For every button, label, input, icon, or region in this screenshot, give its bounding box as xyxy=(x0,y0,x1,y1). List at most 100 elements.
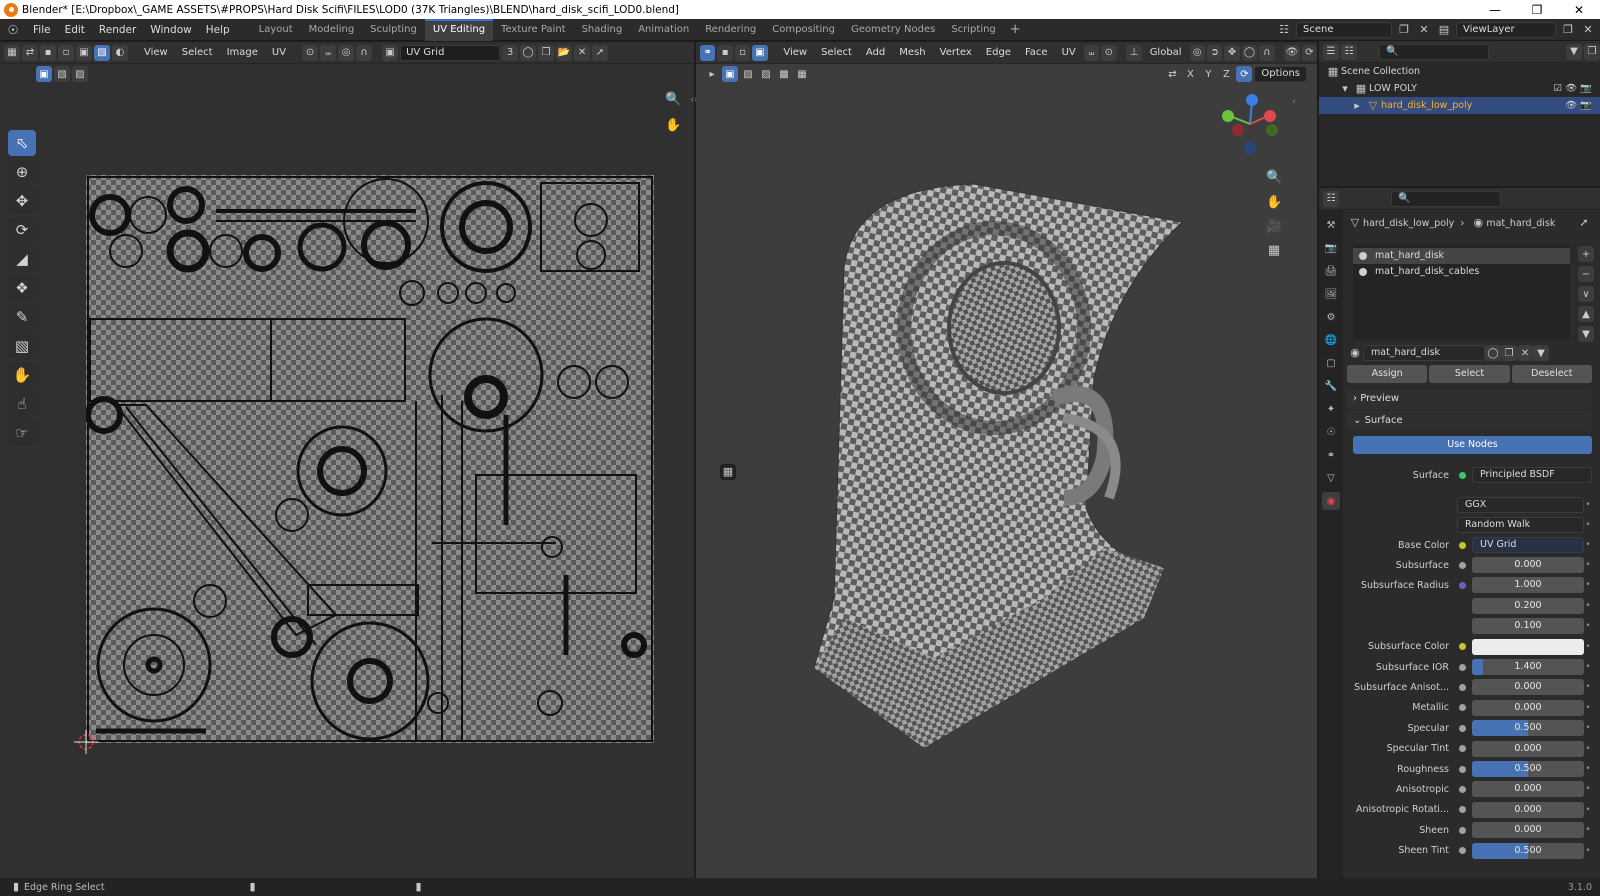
vp-pivot-icon[interactable]: ⊙ xyxy=(1101,44,1117,61)
mirror-x-button[interactable]: X xyxy=(1182,66,1199,82)
vp-menu-select[interactable]: Select xyxy=(815,47,858,58)
auto-merge-icon[interactable]: ⟳ xyxy=(1236,66,1253,82)
mirror-z-button[interactable]: Z xyxy=(1218,66,1235,82)
add-slot-icon[interactable]: + xyxy=(1578,246,1594,262)
tab-texture-paint[interactable]: Texture Paint xyxy=(493,19,574,41)
menu-help[interactable]: Help xyxy=(199,24,237,36)
modifier-tab-icon[interactable]: 🔧 xyxy=(1322,377,1340,395)
surface-panel-header[interactable]: ⌄ Surface xyxy=(1347,411,1592,431)
mirror-y-button[interactable]: Y xyxy=(1200,66,1217,82)
vp-magnet-icon[interactable]: ➲ xyxy=(1206,44,1223,61)
face-select-icon[interactable]: ▣ xyxy=(76,44,92,61)
material-browse-icon[interactable]: ◉ xyxy=(1347,345,1363,361)
relax-tool-icon[interactable]: ☝ xyxy=(8,391,36,417)
tool-tab-icon[interactable]: ⚒ xyxy=(1322,216,1340,234)
add-workspace-icon[interactable]: + xyxy=(1004,22,1027,37)
tab-compositing[interactable]: Compositing xyxy=(764,19,843,41)
tab-modeling[interactable]: Modeling xyxy=(301,19,363,41)
pan-hand-icon[interactable]: ✋ xyxy=(665,118,681,134)
shader-field-value[interactable]: 0.000 xyxy=(1472,781,1584,798)
menu-window[interactable]: Window xyxy=(143,24,198,36)
menu-edit[interactable]: Edit xyxy=(58,24,92,36)
outliner-row-scene-collection[interactable]: ▦ Scene Collection xyxy=(1319,63,1600,80)
keyframe-dot-icon[interactable]: • xyxy=(1584,784,1592,794)
vp-falloff-icon[interactable]: ∩ xyxy=(1259,44,1275,61)
sticky-mode-icon[interactable]: ◐ xyxy=(112,44,128,61)
preview-panel-header[interactable]: › Preview xyxy=(1347,389,1592,409)
physics-tab-icon[interactable]: ☉ xyxy=(1322,423,1340,441)
outliner-filter-icon[interactable]: ▼ xyxy=(1566,43,1582,60)
blender-menu-icon[interactable]: ☉ xyxy=(0,23,26,37)
tab-sculpting[interactable]: Sculpting xyxy=(362,19,425,41)
select-subtract-icon[interactable]: ▨ xyxy=(72,66,88,82)
shader-field-value[interactable]: 0.000 xyxy=(1472,822,1584,839)
zoom-icon[interactable]: 🔍 xyxy=(665,92,681,108)
copy-viewlayer-icon[interactable]: ❐ xyxy=(1560,22,1576,38)
image-users-count[interactable]: 3 xyxy=(502,44,519,61)
vp-menu-uv[interactable]: UV xyxy=(1056,47,1082,58)
vp-menu-add[interactable]: Add xyxy=(860,47,891,58)
uv-layout-canvas[interactable] xyxy=(86,175,654,743)
outliner-row-hard-disk[interactable]: ▸ ▽ hard_disk_low_poly 👁 📷 xyxy=(1319,97,1600,114)
vp-proportional-icon[interactable]: ◯ xyxy=(1241,44,1258,61)
new-image-icon[interactable]: ❐ xyxy=(538,44,555,61)
sync-selection-icon[interactable]: ⇄ xyxy=(22,44,38,61)
move-tool-icon[interactable]: ✥ xyxy=(8,188,36,214)
uv-menu-select[interactable]: Select xyxy=(176,47,219,58)
subsurface-method-dropdown[interactable]: Random Walk xyxy=(1457,517,1584,533)
expand-arrow-icon[interactable]: ▸ xyxy=(1349,98,1365,114)
vp-select-extend-icon[interactable]: ▧ xyxy=(740,66,756,82)
image-name-field[interactable]: UV Grid xyxy=(400,44,501,61)
viewlayer-field[interactable]: ViewLayer xyxy=(1456,21,1556,38)
pin-icon[interactable]: ➚ xyxy=(592,44,609,61)
copy-scene-icon[interactable]: ❐ xyxy=(1396,22,1412,38)
uv-menu-view[interactable]: View xyxy=(138,47,174,58)
menu-render[interactable]: Render xyxy=(92,24,143,36)
uv-menu-image[interactable]: Image xyxy=(221,47,264,58)
2d-cursor-icon[interactable] xyxy=(74,730,98,754)
surface-shader-dropdown[interactable]: Principled BSDF xyxy=(1472,467,1592,483)
scene-icon[interactable]: ☷ xyxy=(1276,22,1292,38)
edge-select-icon[interactable]: ▫ xyxy=(58,44,74,61)
close-icon[interactable]: ✕ xyxy=(1558,3,1600,17)
rip-tool-icon[interactable]: ▧ xyxy=(8,333,36,359)
cursor-tool-icon[interactable]: ⊕ xyxy=(8,159,36,185)
editor-type-icon[interactable]: ▦ xyxy=(4,44,20,61)
gizmo-y-axis[interactable] xyxy=(1222,110,1234,122)
vp-menu-mesh[interactable]: Mesh xyxy=(893,47,931,58)
expand-arrow-icon[interactable]: ▾ xyxy=(1337,81,1353,97)
vp-sidebar-toggle-icon[interactable]: ‹ xyxy=(1286,94,1302,110)
keyframe-dot-icon[interactable]: • xyxy=(1584,642,1592,652)
vp-zoom-icon[interactable]: 🔍 xyxy=(1266,170,1282,186)
material-unlink-icon[interactable]: ✕ xyxy=(1517,345,1533,361)
keyframe-dot-icon[interactable]: • xyxy=(1584,682,1592,692)
vp-menu-view[interactable]: View xyxy=(777,47,813,58)
outliner-editor-type-icon[interactable]: ☰ xyxy=(1323,43,1339,60)
gizmo-z-axis[interactable] xyxy=(1246,94,1258,106)
keyframe-dot-icon[interactable]: • xyxy=(1584,744,1592,754)
rotate-tool-icon[interactable]: ⟳ xyxy=(8,217,36,243)
keyframe-dot-icon[interactable]: • xyxy=(1584,846,1592,856)
mirror-icon[interactable]: ⇄ xyxy=(1164,66,1181,82)
remove-scene-icon[interactable]: ✕ xyxy=(1416,22,1432,38)
object-visibility-icons[interactable]: 👁 📷 xyxy=(1565,100,1600,111)
island-select-icon[interactable]: ▧ xyxy=(94,44,110,61)
vertex-select-icon[interactable]: ▪ xyxy=(40,44,56,61)
material-duplicate-icon[interactable]: ❐ xyxy=(1501,345,1517,361)
region-toggle-icon[interactable]: ▦ xyxy=(720,464,736,480)
output-tab-icon[interactable]: 🖨 xyxy=(1322,262,1340,280)
shader-field-value[interactable]: 0.500 xyxy=(1472,720,1584,737)
move-slot-up-icon[interactable]: ▲ xyxy=(1578,306,1594,322)
grab-tool-icon[interactable]: ✋ xyxy=(8,362,36,388)
scale-tool-icon[interactable]: ◢ xyxy=(8,246,36,272)
display-mode-icon[interactable]: ☷ xyxy=(1341,43,1357,60)
vp-select-new-icon[interactable]: ▣ xyxy=(722,66,738,82)
3d-viewport-area[interactable]: ⚭ ▪ ▫ ▣ View Select Add Mesh Vertex Edge… xyxy=(696,42,1318,878)
particles-tab-icon[interactable]: ✦ xyxy=(1322,400,1340,418)
shader-field-value[interactable]: 0.000 xyxy=(1472,740,1584,757)
gizmo-x-axis[interactable] xyxy=(1264,110,1276,122)
vp-select-subtract-icon[interactable]: ▨ xyxy=(758,66,774,82)
material-slot-mat-hard-disk-cables[interactable]: mat_hard_disk_cables xyxy=(1353,264,1570,280)
render-tab-icon[interactable]: 📷 xyxy=(1322,239,1340,257)
vp-select-invert-icon[interactable]: ▩ xyxy=(776,66,792,82)
